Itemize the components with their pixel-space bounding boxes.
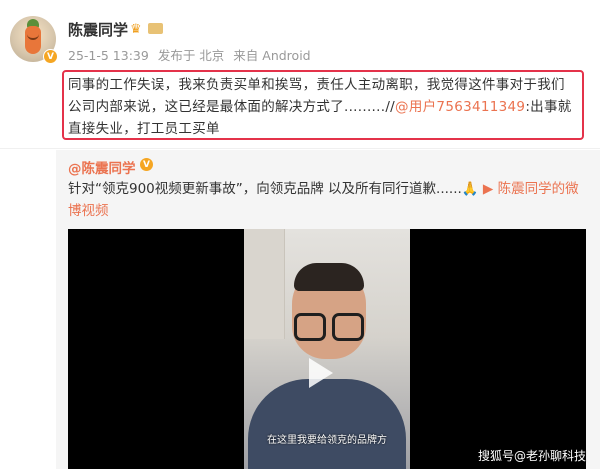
post-meta: 25-1-5 13:39 发布于 北京 来自 Android: [68, 45, 316, 64]
username[interactable]: 陈震同学: [68, 19, 128, 40]
play-icon[interactable]: [309, 358, 333, 388]
verified-icon: V: [43, 49, 58, 64]
post-device: 来自 Android: [233, 48, 311, 63]
quoted-author[interactable]: @陈震同学: [68, 157, 136, 177]
glasses-left: [294, 313, 326, 341]
watermark: 搜狐号@老孙聊科技: [478, 449, 587, 463]
background-cabinet: [244, 229, 285, 339]
quoted-text-body: 针对“领克900视频更新事故”，向领克品牌 以及所有同行道歉......🙏: [68, 181, 483, 197]
carrot-figure: [25, 26, 41, 54]
verified-icon: V: [140, 158, 153, 171]
vip-badge[interactable]: [148, 23, 163, 34]
post-location: 发布于 北京: [157, 48, 225, 63]
person-hair: [294, 263, 364, 291]
post-text: 同事的工作失误，我来负责买单和挨骂，责任人主动离职，我觉得这件事对于我们公司内部…: [62, 70, 584, 140]
glasses-right: [332, 313, 364, 341]
mention-link[interactable]: @用户7563411349: [395, 99, 525, 115]
video-subtitle: 在这里我要给领克的品牌方: [267, 435, 387, 446]
post-date[interactable]: 25-1-5 13:39: [68, 48, 149, 63]
person-body: [248, 379, 406, 469]
divider: [0, 148, 600, 149]
crown-icon: ♛: [130, 22, 142, 37]
quoted-text: 针对“领克900视频更新事故”，向领克品牌 以及所有同行道歉......🙏 ▶ …: [68, 178, 586, 222]
